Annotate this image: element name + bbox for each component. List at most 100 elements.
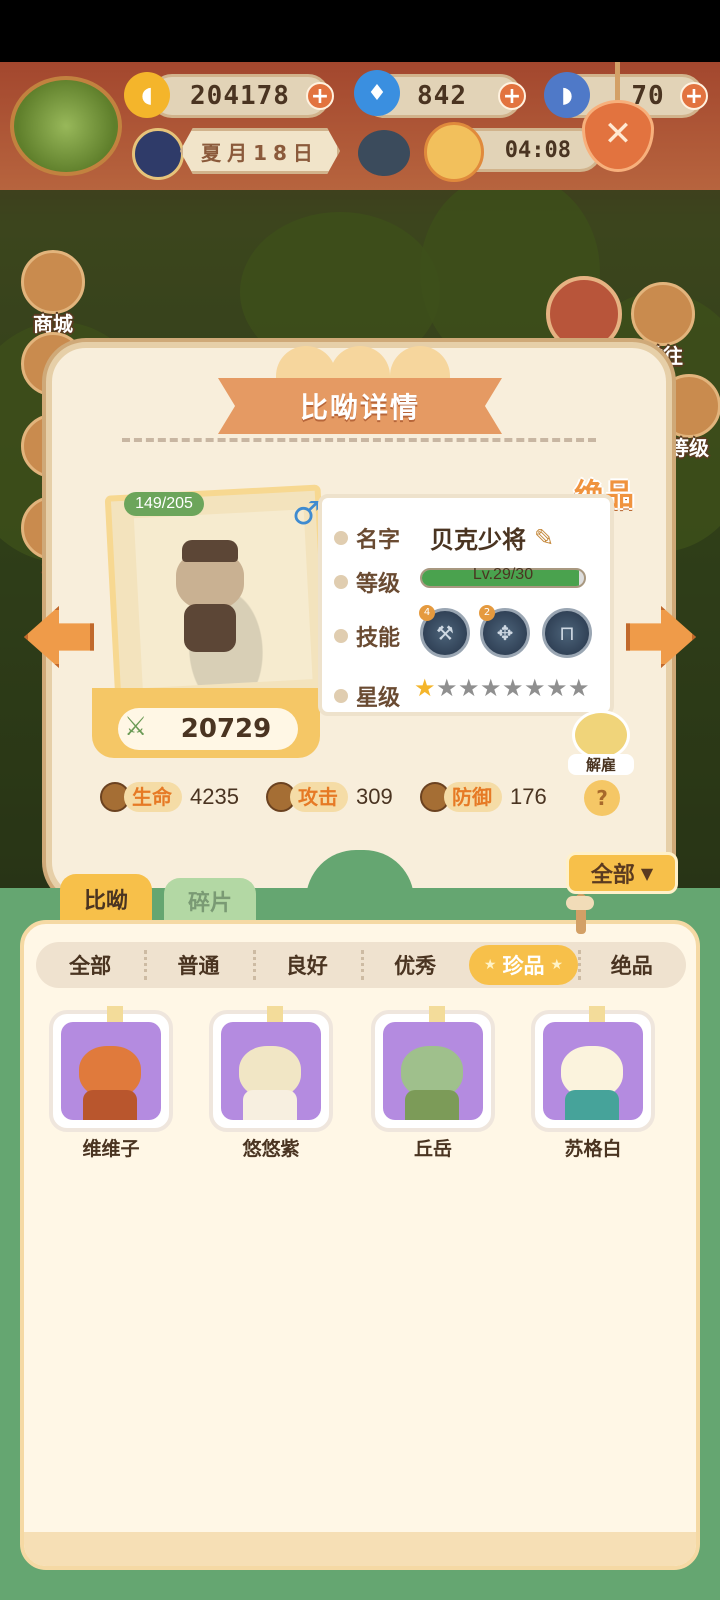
pencil-icon[interactable]: ✎ — [534, 524, 554, 552]
character-card[interactable]: 维维子 — [48, 1006, 174, 1161]
fragment-count: 149/205 — [124, 492, 204, 516]
side-shop-button[interactable]: 商城 — [18, 250, 88, 337]
dialog-title: 比呦详情 — [299, 391, 420, 424]
skill-1-level: 4 — [419, 605, 435, 621]
level-row: 等级 — [334, 566, 400, 598]
status-bar — [0, 0, 720, 62]
banana-coin-icon: ◖ — [124, 72, 170, 118]
stat-defense-label: 防御 — [444, 782, 502, 812]
male-icon: ♂ — [292, 494, 321, 532]
rarity-rare-label: 珍品 — [502, 954, 545, 978]
lock-icon[interactable]: ⊓ — [542, 608, 592, 658]
add-gems-button[interactable]: + — [498, 82, 526, 110]
character-frame — [371, 1006, 495, 1132]
add-gold-button[interactable]: + — [306, 82, 334, 110]
paw-icon — [334, 629, 348, 643]
moon-clock-icon — [132, 128, 184, 180]
star-empty-icon: ★ — [480, 674, 502, 702]
character-card[interactable]: 苏格白 — [530, 1006, 656, 1161]
star-empty-icon: ★ — [502, 674, 524, 702]
shop-icon — [21, 250, 85, 314]
character-frame — [49, 1006, 173, 1132]
paw-icon — [334, 689, 348, 703]
gold-value: 204178 — [190, 81, 290, 111]
help-button[interactable]: ? — [584, 780, 620, 816]
compass-icon[interactable]: ✥ 2 — [479, 605, 530, 658]
name-row: 名字 贝克少将 ✎ — [334, 520, 554, 555]
add-bananas-button[interactable]: + — [680, 82, 708, 110]
stat-defense: 防御 176 — [420, 782, 547, 812]
gold-counter: 204178 — [150, 74, 330, 118]
cat-event-icon[interactable] — [424, 122, 484, 182]
sparkle-icon: ★ — [483, 957, 497, 973]
star-filled-icon: ★ — [414, 674, 436, 702]
rarity-excellent-label: 优秀 — [394, 954, 437, 978]
star-empty-icon: ★ — [568, 674, 590, 702]
stat-attack-value: 309 — [356, 784, 393, 809]
rarity-excellent[interactable]: 优秀 — [360, 942, 469, 988]
gems-value: 842 — [417, 81, 467, 111]
character-sprite — [168, 540, 252, 660]
name-label: 名字 — [356, 527, 401, 553]
list-card-footer — [24, 1532, 696, 1566]
rarity-good-label: 良好 — [285, 954, 328, 978]
star-rating: ★ ★ ★ ★ ★ ★ ★ ★ — [414, 676, 590, 700]
rarity-all[interactable]: 全部 — [36, 942, 144, 988]
rarity-good[interactable]: 良好 — [252, 942, 361, 988]
character-name: 苏格白 — [564, 1138, 622, 1160]
rarity-rare[interactable]: ★ 珍品 ★ — [469, 945, 578, 985]
dialog-title-banner: 比呦详情 — [218, 378, 502, 434]
filter-label: 全部 — [590, 863, 635, 888]
rarity-normal-label: 普通 — [177, 954, 220, 978]
paw-icon — [334, 530, 348, 545]
rarity-all-label: 全部 — [69, 954, 112, 978]
season-date: 夏月18日 — [180, 128, 340, 174]
level-label: 等级 — [356, 572, 401, 597]
rarity-normal[interactable]: 普通 — [144, 942, 252, 988]
rarity-legendary[interactable]: 绝品 — [577, 942, 686, 988]
star-label: 星级 — [356, 686, 401, 711]
dismiss-button[interactable]: 解雇 — [568, 710, 634, 775]
close-string — [615, 62, 620, 104]
power-value: 20729 — [180, 714, 272, 744]
crossed-swords-icon: ⚔ — [124, 712, 148, 742]
star-empty-icon: ★ — [436, 674, 458, 702]
star-empty-icon: ★ — [458, 674, 480, 702]
timer-value: 04:08 — [504, 137, 571, 163]
blue-flame-icon: ♦ — [354, 70, 400, 116]
weather-cloud-icon[interactable] — [358, 130, 410, 176]
character-card[interactable]: 丘岳 — [370, 1006, 496, 1161]
stat-hp-value: 4235 — [190, 784, 239, 809]
stat-attack-label: 攻击 — [290, 782, 348, 812]
paw-icon — [334, 575, 348, 589]
character-name: 维维子 — [82, 1138, 140, 1160]
character-name: 悠悠紫 — [242, 1138, 300, 1160]
dismiss-cat-icon — [572, 710, 630, 760]
skill-row: 技能 — [334, 620, 400, 652]
stat-hp: 生命 4235 — [100, 782, 239, 812]
stat-attack: 攻击 309 — [266, 782, 393, 812]
tab-biyo[interactable]: 比呦 — [60, 874, 152, 924]
star-row: 星级 — [334, 680, 400, 712]
level-text: Lv.29/30 — [472, 566, 534, 583]
star-empty-icon: ★ — [546, 674, 568, 702]
skill-2-level: 2 — [479, 605, 495, 621]
rope-knot — [566, 896, 594, 910]
tab-fragments[interactable]: 碎片 — [164, 878, 256, 924]
rarity-filter-bar: 全部 普通 良好 优秀 ★ 珍品 ★ 绝品 — [36, 942, 686, 988]
character-card[interactable]: 悠悠紫 — [208, 1006, 334, 1161]
sparkle-icon: ★ — [550, 957, 564, 973]
filter-dropdown[interactable]: 全部 ▼ — [566, 852, 678, 894]
wrench-icon[interactable]: ⚒ 4 — [419, 605, 470, 658]
date-value: 夏月18日 — [201, 140, 319, 165]
map-pin-icon — [631, 282, 695, 346]
player-avatar[interactable] — [10, 76, 122, 176]
character-name: 丘岳 — [413, 1138, 452, 1160]
star-empty-icon: ★ — [524, 674, 546, 702]
rarity-legendary-label: 绝品 — [610, 954, 653, 978]
worm-icon[interactable] — [546, 276, 622, 352]
name-value: 贝克少将 — [430, 526, 527, 554]
dismiss-label: 解雇 — [568, 754, 634, 775]
stat-hp-label: 生命 — [124, 782, 182, 812]
stat-defense-value: 176 — [510, 784, 547, 809]
